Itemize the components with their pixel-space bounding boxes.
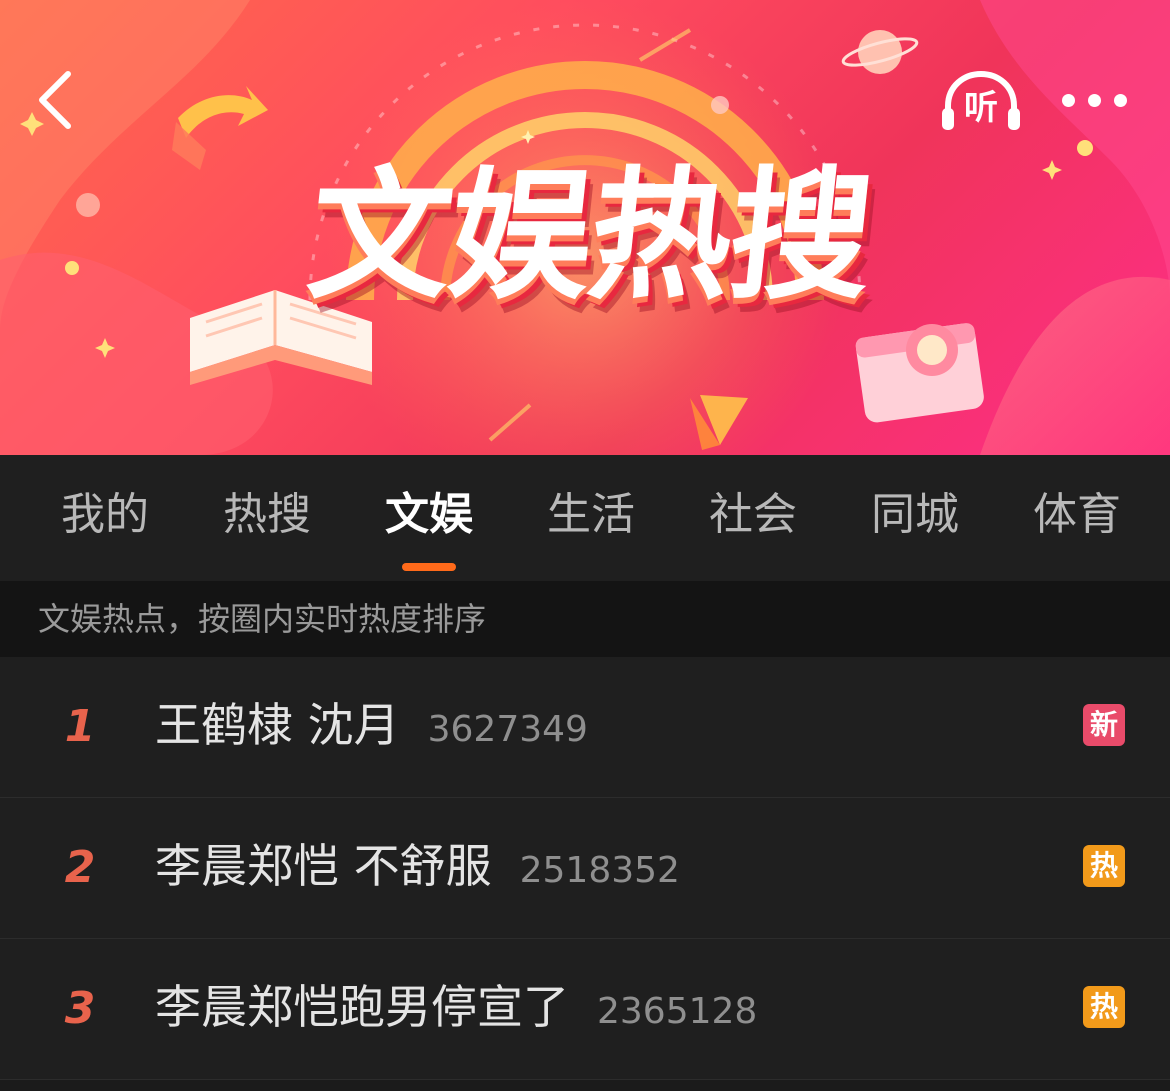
new-badge: 新 xyxy=(1083,704,1125,746)
chevron-left-icon xyxy=(39,71,71,129)
more-dot xyxy=(1114,94,1127,107)
hot-badge: 热 xyxy=(1083,986,1125,1028)
tab-hot[interactable]: 热搜 xyxy=(207,485,327,545)
heat-count: 2365128 xyxy=(597,991,758,1032)
tab-bar: 我的 热搜 文娱 生活 社会 同城 体育 xyxy=(0,455,1170,581)
rank-number: 1 xyxy=(64,701,96,752)
listen-button[interactable]: 听 xyxy=(938,68,1024,138)
topic-line: 李晨郑恺跑男停宣了 2365128 xyxy=(155,977,757,1042)
list-item[interactable]: 1 王鹤棣 沈月 3627349 新 xyxy=(0,657,1170,798)
banner-title: 文娱热搜 xyxy=(301,154,879,319)
tab-life[interactable]: 生活 xyxy=(531,485,651,545)
heat-count: 2518352 xyxy=(519,850,680,891)
topic-line: 王鹤棣 沈月 3627349 xyxy=(155,695,588,760)
hot-badge: 热 xyxy=(1083,845,1125,887)
rank-number: 3 xyxy=(64,983,96,1034)
list-item[interactable]: 3 李晨郑恺跑男停宣了 2365128 热 xyxy=(0,939,1170,1080)
active-tab-indicator xyxy=(402,563,456,571)
tab-sports[interactable]: 体育 xyxy=(1017,485,1137,545)
topic-title: 李晨郑恺跑男停宣了 xyxy=(155,980,569,1034)
topic-line: 李晨郑恺 不舒服 2518352 xyxy=(155,836,680,901)
back-button[interactable] xyxy=(28,64,88,134)
heat-count: 3627349 xyxy=(427,709,588,750)
more-dot xyxy=(1088,94,1101,107)
topic-title: 李晨郑恺 不舒服 xyxy=(155,839,492,893)
list-description-bar: 文娱热点，按圈内实时热度排序 xyxy=(0,581,1170,657)
tab-entertainment[interactable]: 文娱 xyxy=(369,485,489,545)
listen-label: 听 xyxy=(964,88,998,128)
more-button[interactable] xyxy=(1058,84,1132,118)
topic-title: 王鹤棣 沈月 xyxy=(155,698,400,752)
list-item[interactable]: 2 李晨郑恺 不舒服 2518352 热 xyxy=(0,798,1170,939)
banner: 文娱热搜 听 xyxy=(0,0,1170,455)
rank-number: 2 xyxy=(64,842,96,893)
tab-local[interactable]: 同城 xyxy=(855,485,975,545)
list-description: 文娱热点，按圈内实时热度排序 xyxy=(38,600,487,638)
more-dot xyxy=(1062,94,1075,107)
tab-mine[interactable]: 我的 xyxy=(45,485,165,545)
tab-society[interactable]: 社会 xyxy=(693,485,813,545)
